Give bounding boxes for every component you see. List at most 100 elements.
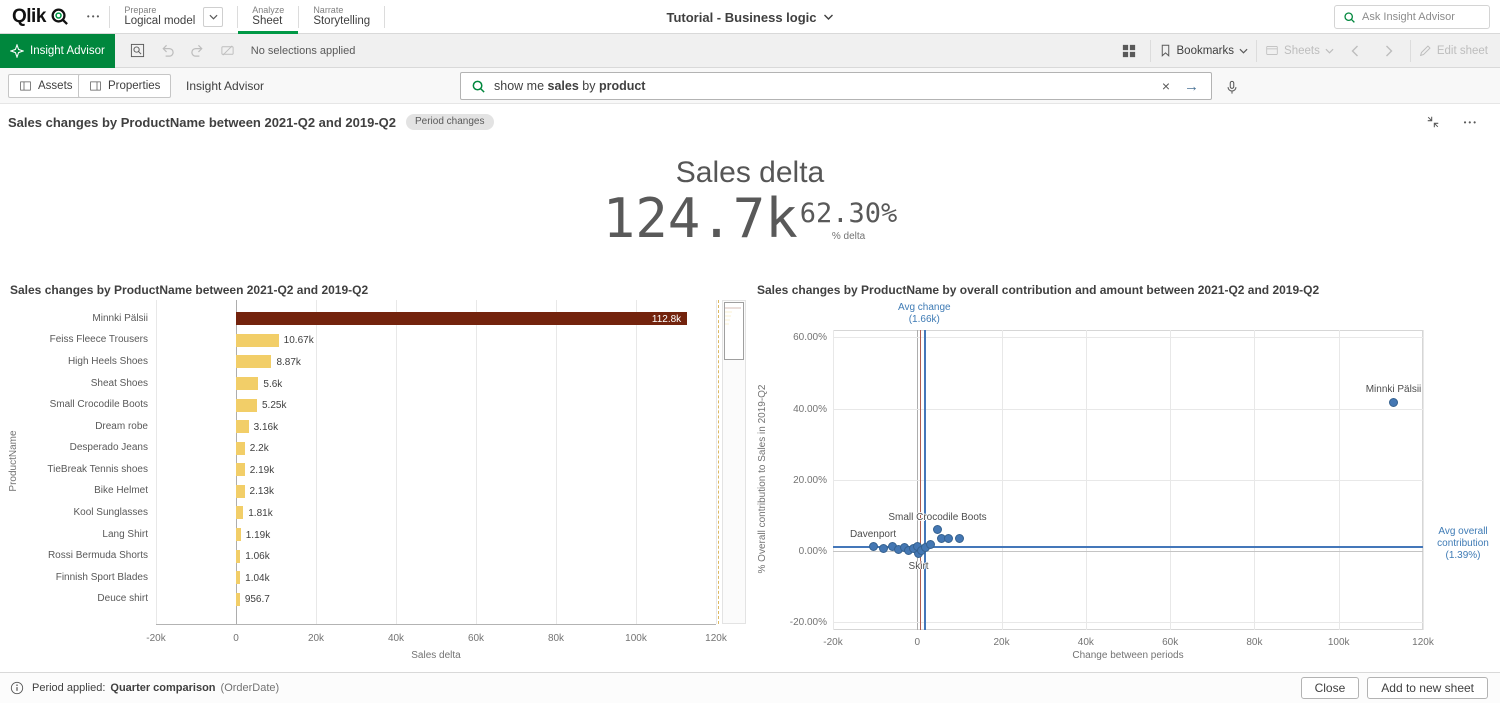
bar[interactable] [236,334,279,347]
scatter-point[interactable] [879,544,888,553]
scatter-point-label: Minnki Pälsii [1324,384,1464,396]
sheets-icon [1265,44,1279,57]
tab-section-label: Narrate [313,5,370,15]
global-menu-button[interactable]: ••• [79,6,109,27]
scatter-point[interactable] [1389,398,1398,407]
insight-advisor-button[interactable]: Insight Advisor [0,34,115,68]
tab-analyze[interactable]: Analyze Sheet [238,0,298,34]
bar-category-label[interactable]: TieBreak Tennis shoes [0,464,148,476]
bar-chart-scrollbar[interactable] [722,300,746,624]
edit-sheet-button[interactable]: Edit sheet [1419,44,1488,57]
search-selections-icon[interactable] [125,38,151,64]
grid-view-icon[interactable] [1116,38,1142,64]
bar-category-label[interactable]: Lang Shirt [0,529,148,541]
scatter-point[interactable] [869,542,878,551]
bar[interactable] [236,463,245,476]
bar[interactable] [236,593,240,606]
bar-category-label[interactable]: Dream robe [0,421,148,433]
qlik-logo[interactable]: Qlik [0,6,79,28]
bar-value-label: 1.06k [245,550,269,563]
tab-section-label: Prepare [124,5,195,15]
bar-chart-gridline [396,300,397,624]
bar-chart-gridline [716,300,717,624]
insight-card-header: Sales changes by ProductName between 202… [0,104,1500,140]
prepare-dropdown-button[interactable] [203,7,223,27]
bar-category-label[interactable]: Minnki Pälsii [0,313,148,325]
bar[interactable] [236,571,240,584]
bar[interactable] [236,485,245,498]
insight-advisor-label: Insight Advisor [30,45,105,57]
bar[interactable] [236,528,241,541]
bar[interactable] [236,442,245,455]
bar-category-label[interactable]: Desperado Jeans [0,442,148,454]
tab-prepare[interactable]: Prepare Logical model [110,0,237,34]
bar-category-label[interactable]: Feiss Fleece Trousers [0,334,148,346]
scatter-gridline-h [833,480,1423,481]
scatter-gridline-h [833,409,1423,410]
bar[interactable] [236,550,240,563]
bar-category-label[interactable]: Finnish Sport Blades [0,572,148,584]
scatter-x-tick-label: 20k [982,637,1022,649]
ask-insight-advisor-input[interactable] [1362,11,1481,23]
scrollbar-thumb[interactable] [724,302,744,360]
sheets-label: Sheets [1284,45,1320,57]
clear-query-icon[interactable]: × [1158,79,1174,93]
bar-chart-gridline [556,300,557,624]
bar-category-label[interactable]: Kool Sunglasses [0,507,148,519]
collapse-icon[interactable] [1420,109,1446,135]
ask-insight-advisor-box[interactable] [1334,5,1490,29]
scatter-x-axis-title: Change between periods [978,650,1278,662]
scatter-x-tick-label: 80k [1234,637,1274,649]
bar-category-label[interactable]: Small Crocodile Boots [0,399,148,411]
tab-narrate[interactable]: Narrate Storytelling [299,0,384,34]
bar-value-label: 5.25k [262,399,286,412]
insight-card-title: Sales changes by ProductName between 202… [8,115,396,130]
bar[interactable] [236,506,243,519]
insight-footer: Period applied: Quarter comparison (Orde… [0,672,1500,703]
bar[interactable] [236,399,257,412]
bar-category-label[interactable]: Bike Helmet [0,485,148,497]
bar[interactable] [236,377,258,390]
bar-x-tick-label: 60k [456,633,496,645]
chevron-left-icon[interactable] [1342,38,1368,64]
bar[interactable] [236,312,687,325]
bar-category-label[interactable]: Sheat Shoes [0,378,148,390]
bar-x-tick-label: -20k [136,633,176,645]
bar-x-axis-title: Sales delta [286,650,586,662]
submit-query-arrow-icon[interactable]: → [1182,79,1201,94]
sheets-button[interactable]: Sheets [1265,44,1334,57]
chart-viewport-guide [718,300,719,624]
card-more-menu[interactable]: ••• [1456,112,1486,133]
microphone-icon[interactable] [1222,77,1242,97]
bar-category-label[interactable]: Deuce shirt [0,593,148,605]
divider [1256,40,1257,62]
assets-button[interactable]: Assets [8,74,84,98]
insight-advisor-icon [10,44,24,58]
scatter-x-tick-label: 60k [1150,637,1190,649]
step-back-icon[interactable] [155,38,181,64]
insight-advisor-panel-title: Insight Advisor [186,79,264,93]
bar-category-label[interactable]: Rossi Bermuda Shorts [0,550,148,562]
close-button[interactable]: Close [1301,677,1360,699]
bar-x-tick-label: 20k [296,633,336,645]
properties-button[interactable]: Properties [78,74,171,98]
qlik-logo-text: Qlik [12,6,46,28]
bar[interactable] [236,420,249,433]
bar[interactable] [236,355,271,368]
bookmarks-button[interactable]: Bookmarks [1159,44,1249,57]
bar-x-tick-label: 40k [376,633,416,645]
clear-selections-icon[interactable] [215,38,241,64]
scatter-x-tick-label: 120k [1403,637,1443,649]
app-title-menu[interactable]: Tutorial - Business logic [666,0,833,34]
scatter-x-tick-label: 40k [1066,637,1106,649]
scatter-chart-title: Sales changes by ProductName by overall … [757,283,1319,297]
add-to-new-sheet-button[interactable]: Add to new sheet [1367,677,1488,699]
scatter-point[interactable] [955,534,964,543]
insight-query-input[interactable]: show me sales by product × → [460,72,1212,100]
bar-chart-gridline [636,300,637,624]
step-forward-icon[interactable] [185,38,211,64]
divider [1150,40,1151,62]
app-title-text: Tutorial - Business logic [666,10,816,25]
bar-category-label[interactable]: High Heels Shoes [0,356,148,368]
chevron-right-icon[interactable] [1376,38,1402,64]
